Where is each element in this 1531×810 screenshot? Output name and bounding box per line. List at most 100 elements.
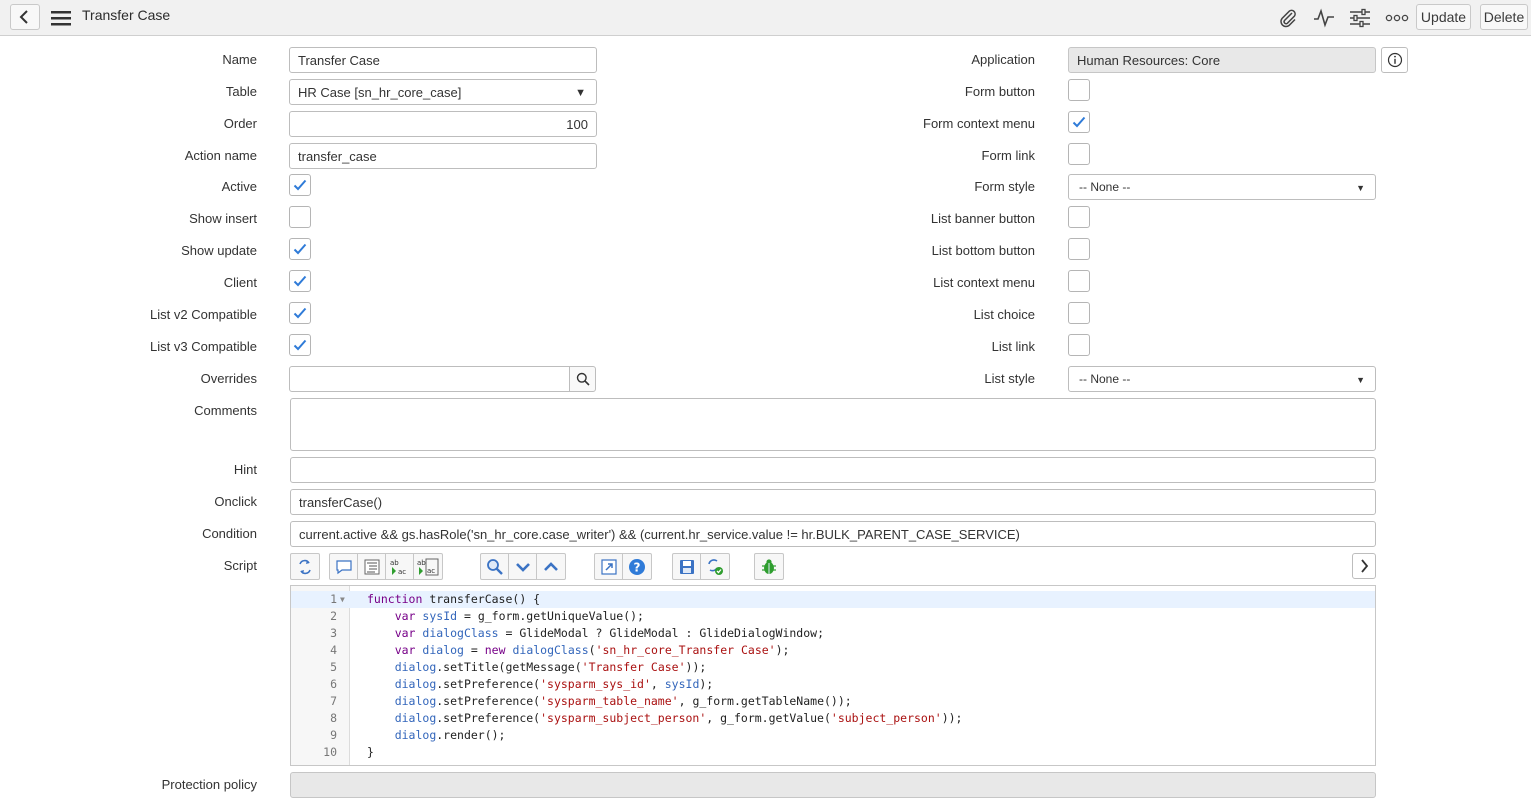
- delete-button[interactable]: Delete: [1480, 4, 1528, 30]
- toggle-syntax-icon[interactable]: [291, 554, 319, 579]
- onclick-input[interactable]: transferCase(): [290, 489, 1376, 515]
- show-insert-checkbox[interactable]: [289, 206, 311, 228]
- condition-input[interactable]: current.active && gs.hasRole('sn_hr_core…: [290, 521, 1376, 547]
- paperclip-icon[interactable]: [1276, 6, 1300, 30]
- code-line[interactable]: 1 ▼ function transferCase() {: [291, 591, 1375, 608]
- script-expand-button[interactable]: [1352, 553, 1376, 579]
- list-style-label: List style: [984, 371, 1035, 386]
- replace-all-icon[interactable]: ab ac: [414, 554, 442, 579]
- order-input[interactable]: 100: [289, 111, 597, 137]
- hint-label: Hint: [233, 462, 257, 477]
- code-text: dialog.setPreference('sysparm_sys_id', s…: [394, 677, 714, 691]
- script-toolbar-group-5: [754, 553, 784, 580]
- code-line[interactable]: 6 dialog.setPreference('sysparm_sys_id',…: [291, 676, 1375, 693]
- code-line[interactable]: 9 dialog.render();: [291, 727, 1375, 744]
- form-context-menu-checkbox[interactable]: [1068, 111, 1090, 133]
- list-context-menu-checkbox[interactable]: [1068, 270, 1090, 292]
- list-v3-label: List v3 Compatible: [150, 339, 257, 354]
- form-context-menu-label: Form context menu: [923, 116, 1035, 131]
- list-v2-checkbox[interactable]: [289, 302, 311, 324]
- check-icon: [293, 179, 307, 191]
- application-label: Application: [971, 52, 1035, 67]
- script-toggle-group: [290, 553, 320, 580]
- form-header: Transfer Case Update Delete: [0, 0, 1531, 36]
- name-input[interactable]: Transfer Case: [289, 47, 597, 73]
- active-checkbox[interactable]: [289, 174, 311, 196]
- settings-sliders-icon[interactable]: [1347, 6, 1373, 30]
- code-text: var dialog = new dialogClass('sn_hr_core…: [394, 643, 790, 657]
- script-label: Script: [223, 558, 257, 573]
- form-style-select[interactable]: -- None -- ▼: [1068, 174, 1376, 200]
- code-line[interactable]: 8 dialog.setPreference('sysparm_subject_…: [291, 710, 1375, 727]
- check-icon: [293, 275, 307, 287]
- overrides-search-button[interactable]: [569, 366, 596, 392]
- hint-input[interactable]: [290, 457, 1376, 483]
- code-line[interactable]: 10}: [291, 744, 1375, 761]
- line-number: 7: [330, 694, 337, 708]
- more-options-icon[interactable]: [1384, 6, 1410, 30]
- form-button-label: Form button: [964, 84, 1035, 99]
- list-v2-label: List v2 Compatible: [150, 307, 257, 322]
- save-icon[interactable]: [673, 554, 701, 579]
- protection-policy-label: Protection policy: [161, 777, 257, 792]
- replace-icon[interactable]: ab ac: [386, 554, 414, 579]
- code-text: var dialogClass = GlideModal ? GlideModa…: [394, 626, 825, 640]
- list-style-value: -- None --: [1079, 372, 1131, 386]
- update-button[interactable]: Update: [1416, 4, 1471, 30]
- list-bottom-button-checkbox[interactable]: [1068, 238, 1090, 260]
- application-info-button[interactable]: [1381, 47, 1408, 73]
- code-text: dialog.setPreference('sysparm_subject_pe…: [394, 711, 963, 725]
- form-link-label: Form link: [981, 148, 1035, 163]
- search-icon[interactable]: [481, 554, 509, 579]
- form-style-label: Form style: [974, 179, 1035, 194]
- menu-icon[interactable]: [50, 9, 72, 27]
- svg-text:ab: ab: [390, 559, 399, 567]
- list-bottom-button-label: List bottom button: [931, 243, 1035, 258]
- client-checkbox[interactable]: [289, 270, 311, 292]
- code-text: var sysId = g_form.getUniqueValue();: [394, 609, 644, 623]
- table-select[interactable]: HR Case [sn_hr_core_case] ▼: [289, 79, 597, 105]
- code-line[interactable]: 5 dialog.setTitle(getMessage('Transfer C…: [291, 659, 1375, 676]
- back-button[interactable]: [10, 4, 40, 30]
- form-button-checkbox[interactable]: [1068, 79, 1090, 101]
- code-line[interactable]: 7 dialog.setPreference('sysparm_table_na…: [291, 693, 1375, 710]
- code-line[interactable]: 3 var dialogClass = GlideModal ? GlideMo…: [291, 625, 1375, 642]
- find-next-icon[interactable]: [509, 554, 537, 579]
- list-link-checkbox[interactable]: [1068, 334, 1090, 356]
- script-toolbar-group-4: [672, 553, 730, 580]
- script-toolbar-group-2: [480, 553, 566, 580]
- check-icon: [293, 307, 307, 319]
- fold-arrow-icon[interactable]: ▼: [340, 591, 345, 608]
- comment-icon[interactable]: [330, 554, 358, 579]
- table-label: Table: [225, 84, 257, 99]
- activity-icon[interactable]: [1312, 6, 1336, 30]
- list-style-select[interactable]: -- None -- ▼: [1068, 366, 1376, 392]
- find-previous-icon[interactable]: [537, 554, 565, 579]
- list-choice-checkbox[interactable]: [1068, 302, 1090, 324]
- dropdown-arrow-icon: ▼: [575, 87, 586, 99]
- overrides-input[interactable]: [289, 366, 570, 392]
- list-v3-checkbox[interactable]: [289, 334, 311, 356]
- check-icon: [293, 243, 307, 255]
- script-editor[interactable]: 1 ▼ function transferCase() {2 var sysId =…: [290, 585, 1376, 766]
- comments-textarea[interactable]: [290, 398, 1376, 451]
- script-debug-icon[interactable]: [701, 554, 729, 579]
- onclick-label: Onclick: [214, 494, 257, 509]
- comments-label: Comments: [194, 403, 257, 418]
- search-icon: [576, 372, 590, 386]
- debugger-bug-icon[interactable]: [755, 554, 783, 579]
- list-banner-button-label: List banner button: [930, 211, 1035, 226]
- code-line[interactable]: 4 var dialog = new dialogClass('sn_hr_co…: [291, 642, 1375, 659]
- code-line[interactable]: 2 var sysId = g_form.getUniqueValue();: [291, 608, 1375, 625]
- action-name-label: Action name: [184, 148, 257, 163]
- condition-label: Condition: [202, 526, 257, 541]
- help-icon[interactable]: ?: [623, 554, 651, 579]
- action-name-input[interactable]: transfer_case: [289, 143, 597, 169]
- format-code-icon[interactable]: [358, 554, 386, 579]
- form-link-checkbox[interactable]: [1068, 143, 1090, 165]
- line-number: 3: [330, 626, 337, 640]
- list-banner-button-checkbox[interactable]: [1068, 206, 1090, 228]
- show-update-checkbox[interactable]: [289, 238, 311, 260]
- name-label: Name: [222, 52, 257, 67]
- fullscreen-icon[interactable]: [595, 554, 623, 579]
